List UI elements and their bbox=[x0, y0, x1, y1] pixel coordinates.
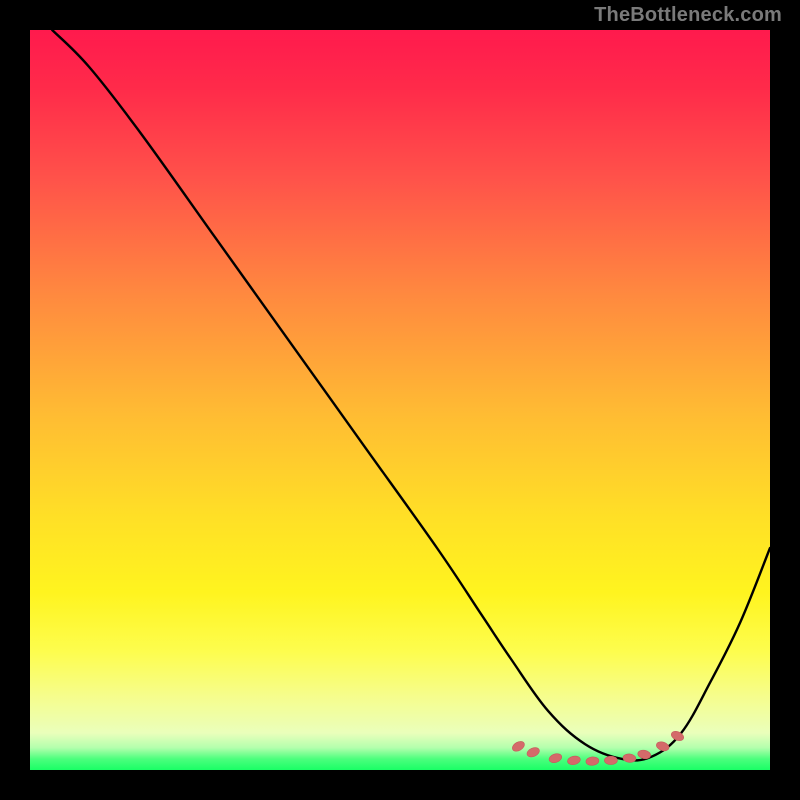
marker-point bbox=[622, 753, 636, 763]
bottleneck-curve bbox=[52, 30, 770, 760]
bottom-marker-cluster bbox=[511, 729, 685, 765]
marker-point bbox=[511, 739, 526, 753]
marker-point bbox=[604, 756, 617, 764]
marker-point bbox=[526, 746, 541, 759]
attribution-label: TheBottleneck.com bbox=[594, 4, 782, 27]
marker-point bbox=[548, 752, 563, 764]
marker-point bbox=[585, 756, 599, 766]
chart-svg bbox=[30, 30, 770, 770]
plot-area bbox=[30, 30, 770, 770]
marker-point bbox=[567, 755, 581, 766]
chart-frame: TheBottleneck.com bbox=[0, 0, 800, 800]
marker-point bbox=[655, 740, 670, 752]
